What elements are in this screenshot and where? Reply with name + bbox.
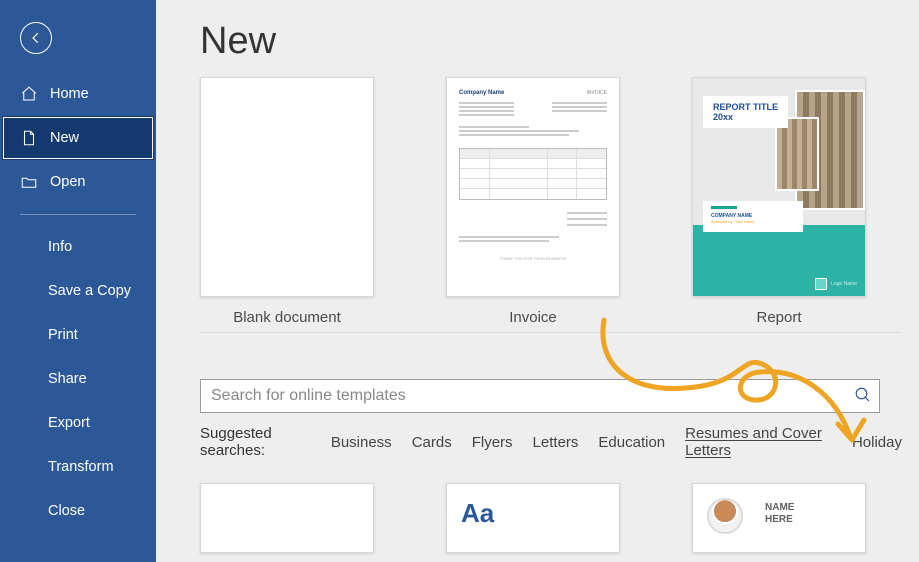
sidebar-item-transform[interactable]: Transform — [0, 445, 156, 489]
sidebar-item-new[interactable]: New — [2, 116, 154, 160]
sidebar-item-home[interactable]: Home — [0, 72, 156, 116]
sidebar-item-label: New — [50, 130, 79, 146]
template-thumb-resume[interactable]: NAMEHERE — [692, 483, 866, 553]
template-thumb-invoice: Company NameINVOICE THANK YOU FOR YOUR B… — [446, 77, 620, 297]
sidebar-item-open[interactable]: Open — [0, 160, 156, 204]
sidebar-divider — [20, 214, 136, 215]
suggested-link-resumes[interactable]: Resumes and Cover Letters — [685, 425, 832, 459]
suggested-label: Suggested searches: — [200, 425, 311, 459]
sidebar-item-close[interactable]: Close — [0, 489, 156, 533]
template-thumb-report: REPORT TITLE 20xx COMPANY NAME Authored … — [692, 77, 866, 297]
template-thumb-blank — [200, 77, 374, 297]
template-label: Invoice — [509, 309, 557, 326]
sidebar-item-share[interactable]: Share — [0, 357, 156, 401]
building-image-icon — [795, 90, 865, 210]
document-icon — [20, 129, 38, 147]
template-thumb-spacing[interactable]: Aa — [446, 483, 620, 553]
suggested-link-holiday[interactable]: Holiday — [852, 434, 902, 451]
suggested-link-business[interactable]: Business — [331, 434, 392, 451]
template-row-2: Aa NAMEHERE — [200, 483, 902, 553]
template-label: Blank document — [233, 309, 341, 326]
template-thumb-generic-1[interactable] — [200, 483, 374, 553]
backstage-sidebar: Home New Open Info Save a Copy Print Sha… — [0, 0, 156, 562]
main-area: New Blank document Company NameINVOICE — [156, 0, 919, 562]
suggested-link-letters[interactable]: Letters — [533, 434, 579, 451]
suggested-searches: Suggested searches: Business Cards Flyer… — [200, 425, 902, 459]
suggested-link-cards[interactable]: Cards — [412, 434, 452, 451]
sidebar-item-label: Open — [50, 174, 85, 190]
search-icon[interactable] — [854, 386, 872, 409]
sidebar-item-label: Home — [50, 86, 89, 102]
search-input[interactable] — [200, 379, 880, 413]
template-invoice[interactable]: Company NameINVOICE THANK YOU FOR YOUR B… — [446, 77, 620, 326]
sidebar-item-save-a-copy[interactable]: Save a Copy — [0, 269, 156, 313]
suggested-link-education[interactable]: Education — [598, 434, 665, 451]
arrow-left-icon — [29, 31, 43, 45]
aa-sample-text: Aa — [447, 484, 619, 529]
avatar-icon — [707, 498, 743, 534]
sidebar-item-info[interactable]: Info — [0, 225, 156, 269]
template-report[interactable]: REPORT TITLE 20xx COMPANY NAME Authored … — [692, 77, 866, 326]
template-blank-document[interactable]: Blank document — [200, 77, 374, 326]
template-label: Report — [756, 309, 801, 326]
page-title: New — [200, 20, 919, 63]
sidebar-item-export[interactable]: Export — [0, 401, 156, 445]
home-icon — [20, 85, 38, 103]
template-row: Blank document Company NameINVOICE — [200, 77, 902, 333]
sidebar-item-print[interactable]: Print — [0, 313, 156, 357]
back-button[interactable] — [20, 22, 52, 54]
suggested-link-flyers[interactable]: Flyers — [472, 434, 513, 451]
folder-open-icon — [20, 173, 38, 191]
search-container — [200, 379, 880, 413]
